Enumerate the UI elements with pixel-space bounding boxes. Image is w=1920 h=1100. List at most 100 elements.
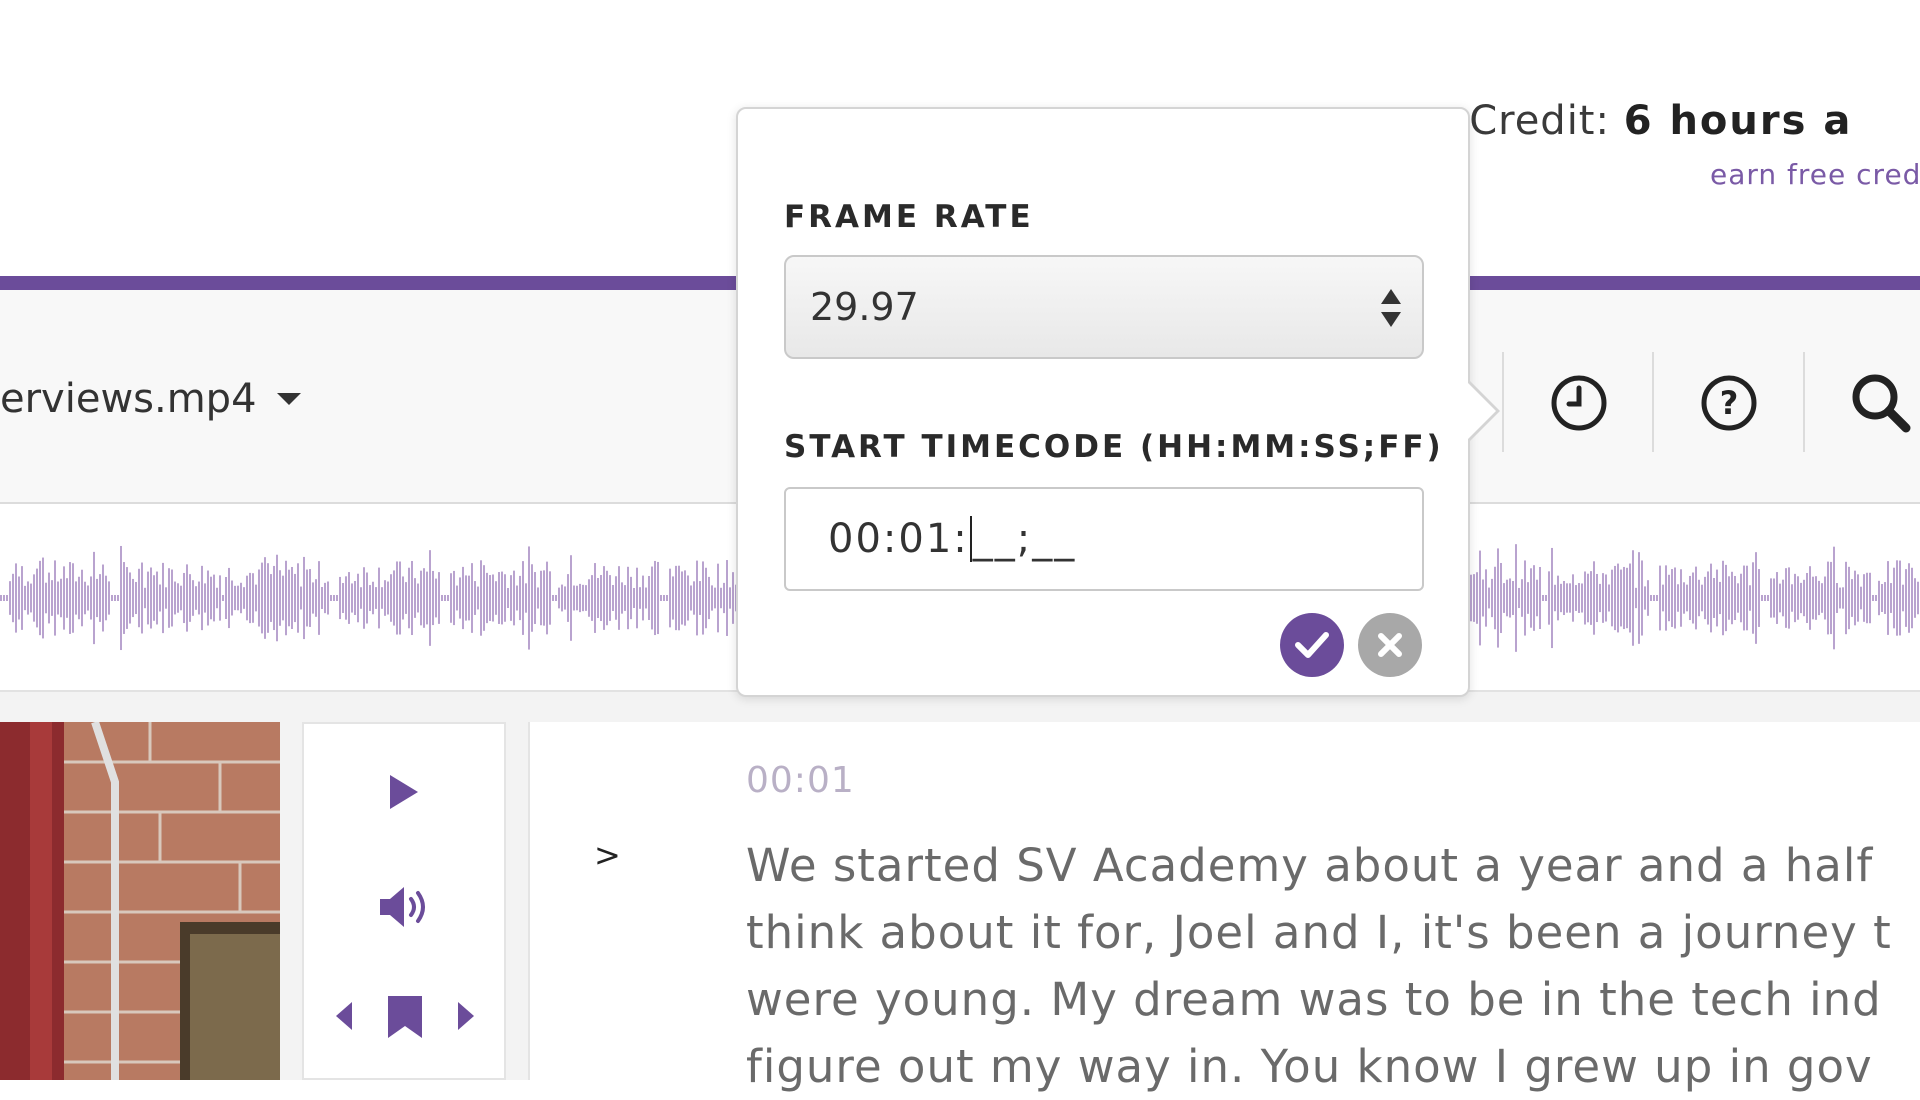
- waveform-bar: [132, 578, 134, 618]
- waveform-bar: [15, 563, 17, 633]
- waveform-bar: [636, 567, 638, 629]
- waveform-bar: [651, 566, 653, 630]
- waveform-bar: [639, 587, 641, 609]
- waveform-bar: [1818, 580, 1820, 616]
- waveform-bar: [543, 570, 545, 626]
- history-button[interactable]: [1544, 368, 1614, 438]
- waveform-bar: [393, 570, 395, 626]
- toolbar-divider: [1803, 352, 1805, 452]
- waveform-bar: [1617, 563, 1619, 633]
- waveform-bar: [1908, 563, 1910, 633]
- play-button[interactable]: [386, 772, 422, 816]
- waveform-bar: [1848, 566, 1850, 630]
- search-icon: [1852, 374, 1911, 433]
- waveform-bar: [327, 581, 329, 615]
- waveform-bar: [600, 574, 602, 622]
- waveform-bar: [1650, 595, 1652, 601]
- waveform-bar: [1878, 580, 1880, 616]
- volume-icon: [380, 887, 425, 927]
- waveform-bar: [690, 585, 692, 611]
- waveform-bar: [1851, 579, 1853, 617]
- waveform-bar: [1719, 581, 1721, 615]
- waveform-bar: [576, 585, 578, 611]
- waveform-bar: [1560, 583, 1562, 613]
- waveform-bar: [525, 583, 527, 613]
- waveform-bar: [75, 581, 77, 615]
- waveform-bar: [471, 563, 473, 633]
- waveform-bar: [447, 595, 449, 601]
- waveform-bar: [1812, 576, 1814, 620]
- waveform-bar: [723, 582, 725, 614]
- waveform-bar: [480, 560, 482, 636]
- waveform-bar: [303, 556, 305, 640]
- waveform-bar: [168, 568, 170, 628]
- waveform-bar: [228, 567, 230, 629]
- waveform-bar: [1539, 566, 1541, 630]
- waveform-bar: [588, 579, 590, 617]
- waveform-bar: [1752, 562, 1754, 634]
- toolbar-divider: [1502, 352, 1504, 452]
- waveform-bar: [6, 595, 8, 601]
- frame-rate-select[interactable]: 29.97: [784, 255, 1424, 359]
- waveform-bar: [1707, 571, 1709, 625]
- transcript-text[interactable]: We started SV Academy about a year and a…: [746, 832, 1920, 1100]
- waveform-bar: [465, 575, 467, 621]
- waveform-bar: [279, 570, 281, 626]
- transcript-line: We started SV Academy about a year and a…: [746, 839, 1874, 892]
- waveform-bar: [633, 587, 635, 609]
- waveform-bar: [579, 583, 581, 613]
- waveform-bar: [1881, 584, 1883, 612]
- waveform-bar: [369, 585, 371, 611]
- waveform-bar: [720, 587, 722, 609]
- waveform-bar: [144, 587, 146, 609]
- waveform-bar: [1563, 580, 1565, 616]
- waveform-bar: [126, 567, 128, 629]
- waveform-bar: [558, 587, 560, 609]
- waveform-bar: [573, 585, 575, 611]
- waveform-bar: [1854, 570, 1856, 626]
- waveform-bar: [1893, 567, 1895, 629]
- waveform-bar: [339, 576, 341, 620]
- waveform-bar: [1857, 574, 1859, 622]
- transcript-timestamp[interactable]: 00:01: [746, 760, 855, 801]
- previous-bookmark-button[interactable]: [332, 1000, 356, 1036]
- volume-button[interactable]: [378, 884, 430, 934]
- waveform-bar: [714, 587, 716, 609]
- waveform-bar: [408, 567, 410, 629]
- waveform-bar: [1668, 574, 1670, 622]
- expand-toggle[interactable]: >: [594, 836, 621, 874]
- waveform-bar: [1596, 573, 1598, 623]
- search-button[interactable]: [1846, 368, 1916, 438]
- waveform-bar: [1656, 595, 1658, 601]
- waveform-bar: [306, 569, 308, 627]
- timecode-typed: 00:01:: [828, 516, 969, 562]
- waveform-bar: [345, 576, 347, 620]
- waveform-bar: [1716, 569, 1718, 627]
- waveform-bar: [333, 595, 335, 601]
- waveform-bar: [642, 575, 644, 621]
- earn-free-credit-link[interactable]: earn free cred: [1710, 158, 1920, 191]
- waveform-bar: [288, 569, 290, 627]
- confirm-button[interactable]: [1280, 613, 1344, 677]
- waveform-bar: [81, 569, 83, 627]
- video-preview[interactable]: [0, 722, 280, 1080]
- next-bookmark-button[interactable]: [454, 1000, 478, 1036]
- waveform-bar: [225, 577, 227, 619]
- cancel-button[interactable]: [1358, 613, 1422, 677]
- waveform-bar: [705, 567, 707, 629]
- waveform-bar: [237, 585, 239, 611]
- waveform-bar: [276, 554, 278, 642]
- waveform-bar: [492, 574, 494, 622]
- start-timecode-input[interactable]: 00:01: __;__: [784, 487, 1424, 591]
- waveform-bar: [297, 563, 299, 633]
- waveform-bar: [1680, 569, 1682, 627]
- waveform-bar: [1806, 572, 1808, 624]
- waveform-bar: [1587, 573, 1589, 623]
- file-selector[interactable]: erviews.mp4: [0, 376, 301, 422]
- waveform-bar: [51, 580, 53, 616]
- waveform-bar: [1665, 565, 1667, 631]
- bookmark-button[interactable]: [386, 994, 424, 1044]
- waveform-bar: [63, 566, 65, 630]
- help-button[interactable]: ?: [1694, 368, 1764, 438]
- waveform-bar: [429, 550, 431, 646]
